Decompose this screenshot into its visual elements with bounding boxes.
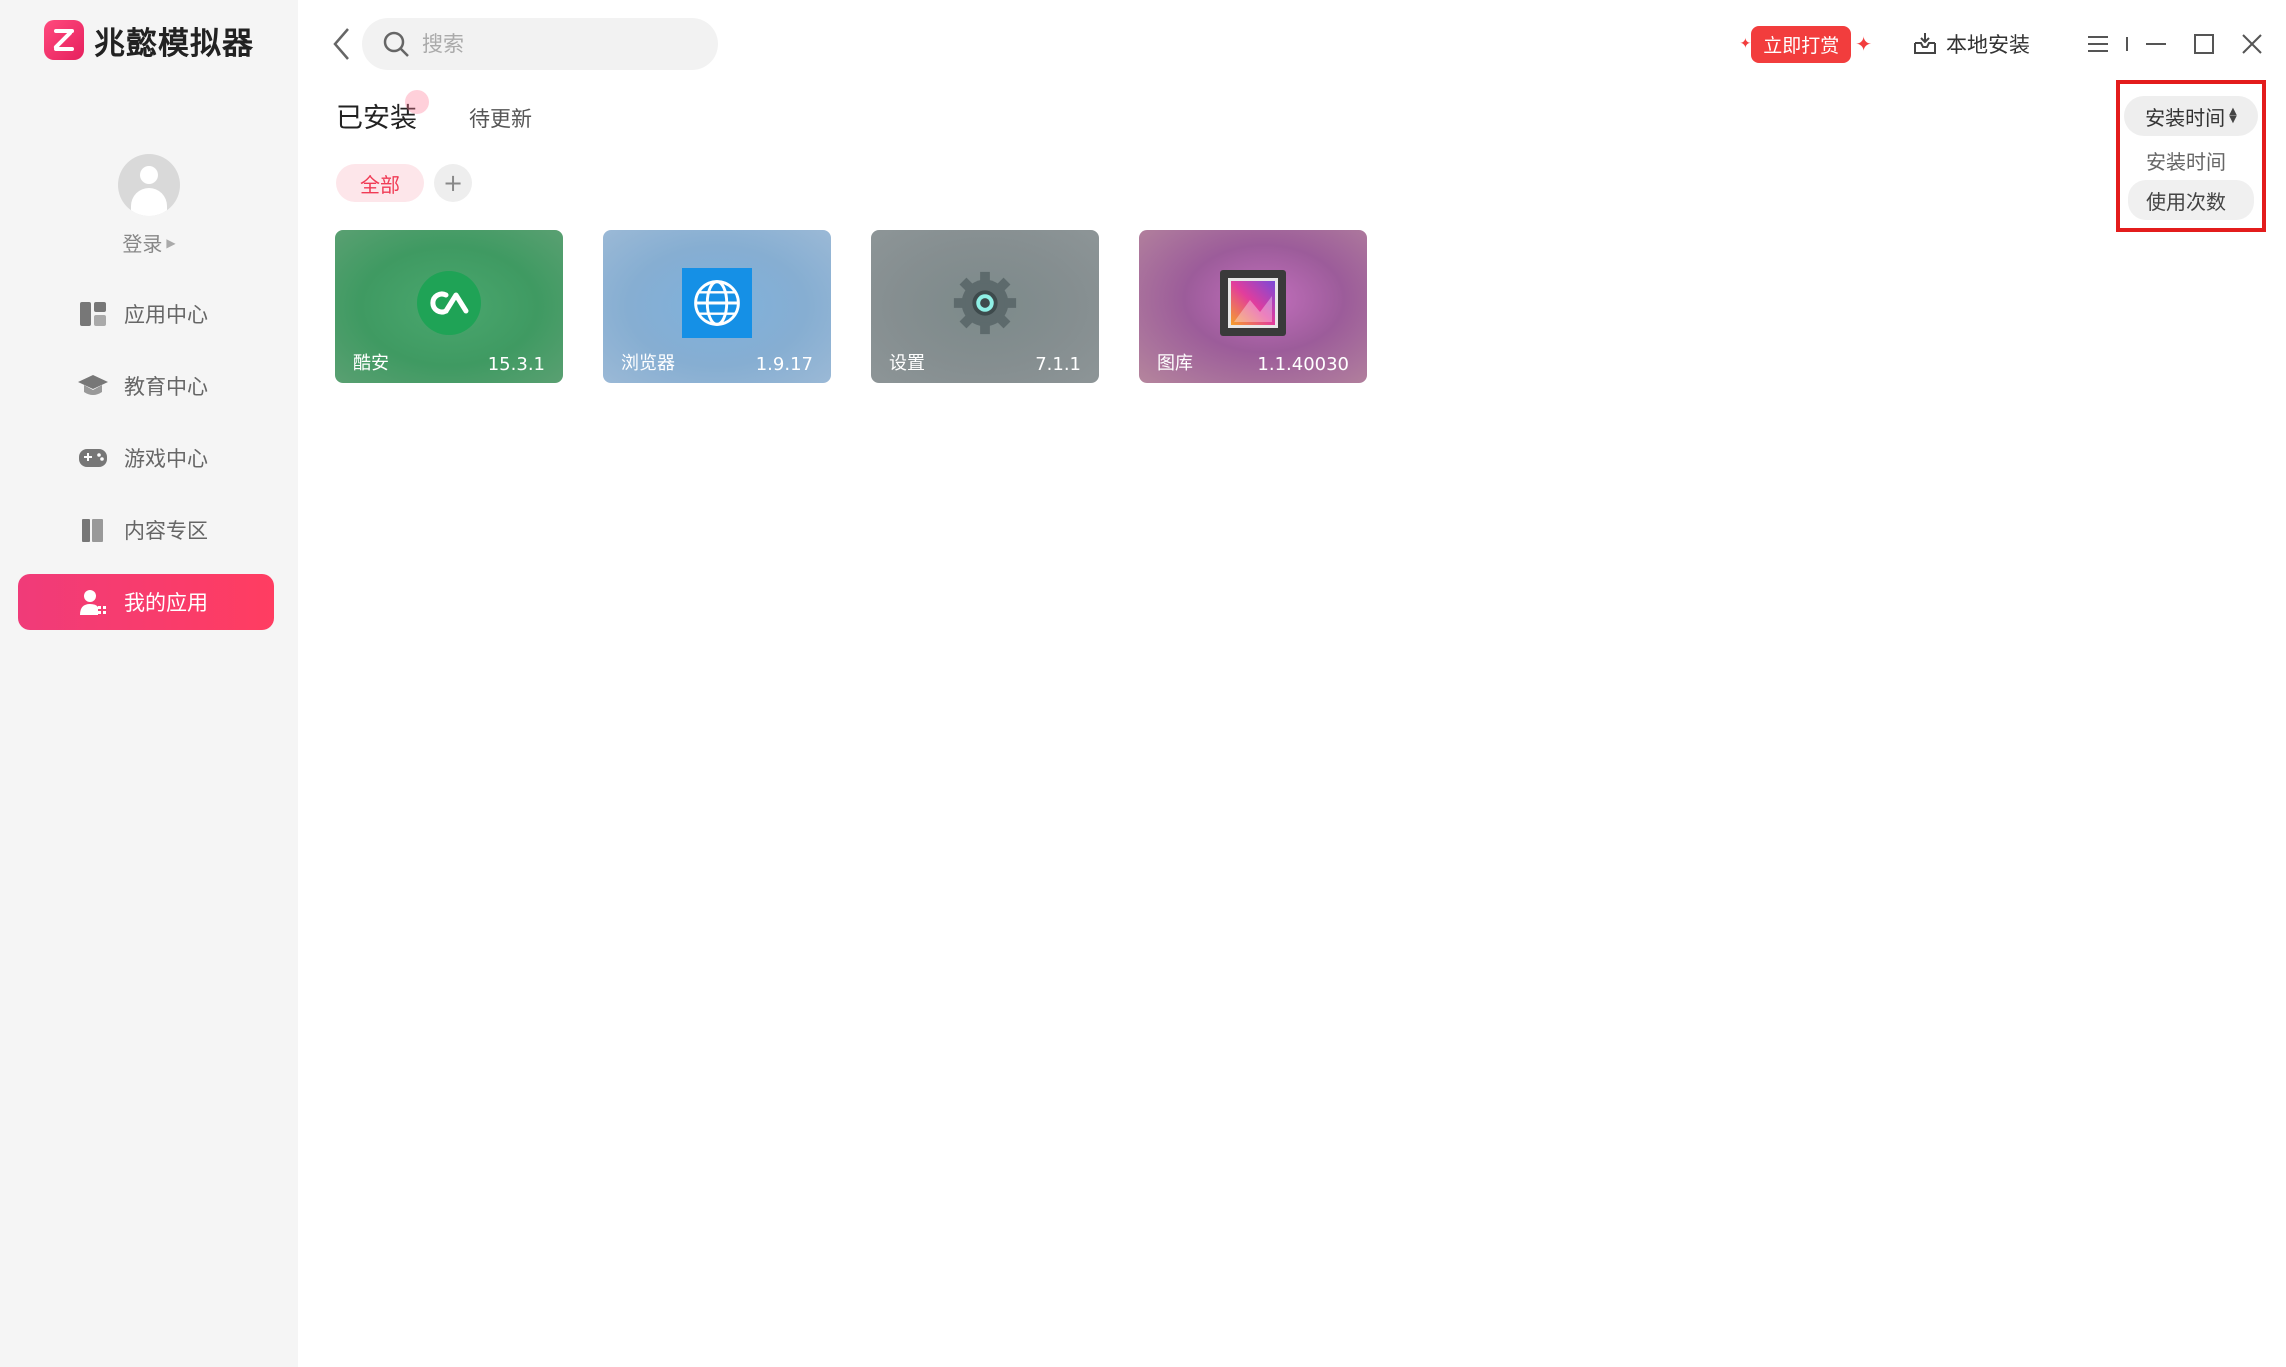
search-bar[interactable] xyxy=(362,18,718,70)
minimize-button[interactable] xyxy=(2132,24,2180,64)
maximize-icon xyxy=(2194,34,2214,54)
back-arrow-icon[interactable] xyxy=(330,26,354,62)
app-name: 浏览器 xyxy=(621,353,675,374)
app-version: 7.1.1 xyxy=(1035,354,1081,375)
login-link[interactable]: 登录 ▶ xyxy=(122,228,175,257)
app-name: 酷安 xyxy=(353,353,389,374)
minimize-icon xyxy=(2146,43,2166,45)
sidebar-item-label: 内容专区 xyxy=(124,519,208,543)
app-name: 图库 xyxy=(1157,353,1193,374)
app-version: 1.1.40030 xyxy=(1257,354,1349,375)
sidebar-item-game-center[interactable]: 游戏中心 xyxy=(18,430,274,486)
app-card[interactable]: 浏览器 1.9.17 xyxy=(603,230,831,383)
sidebar-item-label: 游戏中心 xyxy=(124,447,208,471)
sidebar-item-label: 教育中心 xyxy=(124,375,208,399)
app-card[interactable]: 酷安 15.3.1 xyxy=(335,230,563,383)
sidebar-item-label: 应用中心 xyxy=(124,303,208,327)
sidebar: 兆懿模拟器 登录 ▶ 应用中心 教育中心 游戏中心 内容专区 我的应用 xyxy=(0,0,298,1367)
app-name: 兆懿模拟器 xyxy=(94,25,254,62)
reward-button[interactable]: ✦ 立即打赏 ✦ xyxy=(1739,25,1872,63)
sidebar-nav: 应用中心 教育中心 游戏中心 内容专区 我的应用 xyxy=(18,286,274,646)
tab-pending-update[interactable]: 待更新 xyxy=(469,103,532,135)
app-window: 兆懿模拟器 登录 ▶ 应用中心 教育中心 游戏中心 内容专区 我的应用 搜索 ✦… xyxy=(0,0,2286,1367)
add-category-button[interactable]: + xyxy=(434,164,472,202)
gamepad-icon xyxy=(79,449,107,467)
coolapk-icon xyxy=(414,268,484,338)
close-icon xyxy=(2242,34,2262,54)
app-card[interactable]: 设置 7.1.1 xyxy=(871,230,1099,383)
app-version: 1.9.17 xyxy=(755,354,813,375)
installed-apps-grid: 酷安 15.3.1 浏览器 1.9.17 设置 7.1.1 图库 1.1.400… xyxy=(335,230,1367,383)
reward-label: 立即打赏 xyxy=(1751,25,1852,63)
caret-right-icon: ▶ xyxy=(166,235,176,250)
sidebar-item-content-zone[interactable]: 内容专区 xyxy=(18,502,274,558)
filter-all-chip[interactable]: 全部 xyxy=(336,164,424,202)
menu-icon xyxy=(2088,36,2108,52)
sort-control: 安装时间 ▲ ▼ 安装时间 使用次数 xyxy=(2116,80,2266,232)
logo-icon xyxy=(44,20,84,60)
app-card[interactable]: 图库 1.1.40030 xyxy=(1139,230,1367,383)
gallery-icon xyxy=(1218,268,1288,338)
local-install-button[interactable]: 本地安装 xyxy=(1912,29,2030,59)
app-center-icon xyxy=(80,302,106,326)
maximize-button[interactable] xyxy=(2180,24,2228,64)
avatar-icon[interactable] xyxy=(118,154,180,216)
search-icon xyxy=(383,31,409,57)
menu-button[interactable] xyxy=(2074,24,2122,64)
sort-menu: 安装时间 使用次数 xyxy=(2124,136,2258,224)
globe-icon xyxy=(682,268,752,338)
sidebar-item-my-apps[interactable]: 我的应用 xyxy=(18,574,274,630)
topbar-actions: ✦ 立即打赏 ✦ 本地安装 xyxy=(1739,18,2276,70)
tab-bar: 已安装 待更新 xyxy=(336,90,532,135)
category-filters: 全部 + xyxy=(336,164,472,202)
user-profile[interactable]: 登录 ▶ xyxy=(0,154,298,257)
app-version: 15.3.1 xyxy=(487,354,545,375)
app-name: 设置 xyxy=(889,353,925,374)
local-install-label: 本地安装 xyxy=(1946,33,2030,57)
sort-current-label: 安装时间 xyxy=(2145,105,2226,130)
graduation-cap-icon xyxy=(78,375,108,395)
sidebar-item-app-center[interactable]: 应用中心 xyxy=(18,286,274,342)
search-input[interactable] xyxy=(422,32,682,56)
sparkle-icon: ✦ xyxy=(1739,36,1752,52)
close-button[interactable] xyxy=(2228,24,2276,64)
sort-dropdown-button[interactable]: 安装时间 ▲ ▼ xyxy=(2124,96,2258,136)
tab-installed[interactable]: 已安装 xyxy=(336,90,429,135)
gear-icon xyxy=(950,268,1020,338)
sort-option-usage-count[interactable]: 使用次数 xyxy=(2128,180,2254,220)
login-label: 登录 xyxy=(122,232,163,256)
sort-arrows-icon: ▲ ▼ xyxy=(2229,106,2237,125)
sidebar-item-label: 我的应用 xyxy=(124,591,208,615)
user-apps-icon xyxy=(80,590,106,615)
divider xyxy=(2122,24,2132,64)
app-logo: 兆懿模拟器 xyxy=(44,18,254,62)
sidebar-item-education-center[interactable]: 教育中心 xyxy=(18,358,274,414)
install-tray-icon xyxy=(1914,33,1936,54)
sort-option-install-time[interactable]: 安装时间 xyxy=(2128,140,2254,180)
books-icon xyxy=(82,519,103,542)
sparkle-icon: ✦ xyxy=(1855,32,1872,56)
